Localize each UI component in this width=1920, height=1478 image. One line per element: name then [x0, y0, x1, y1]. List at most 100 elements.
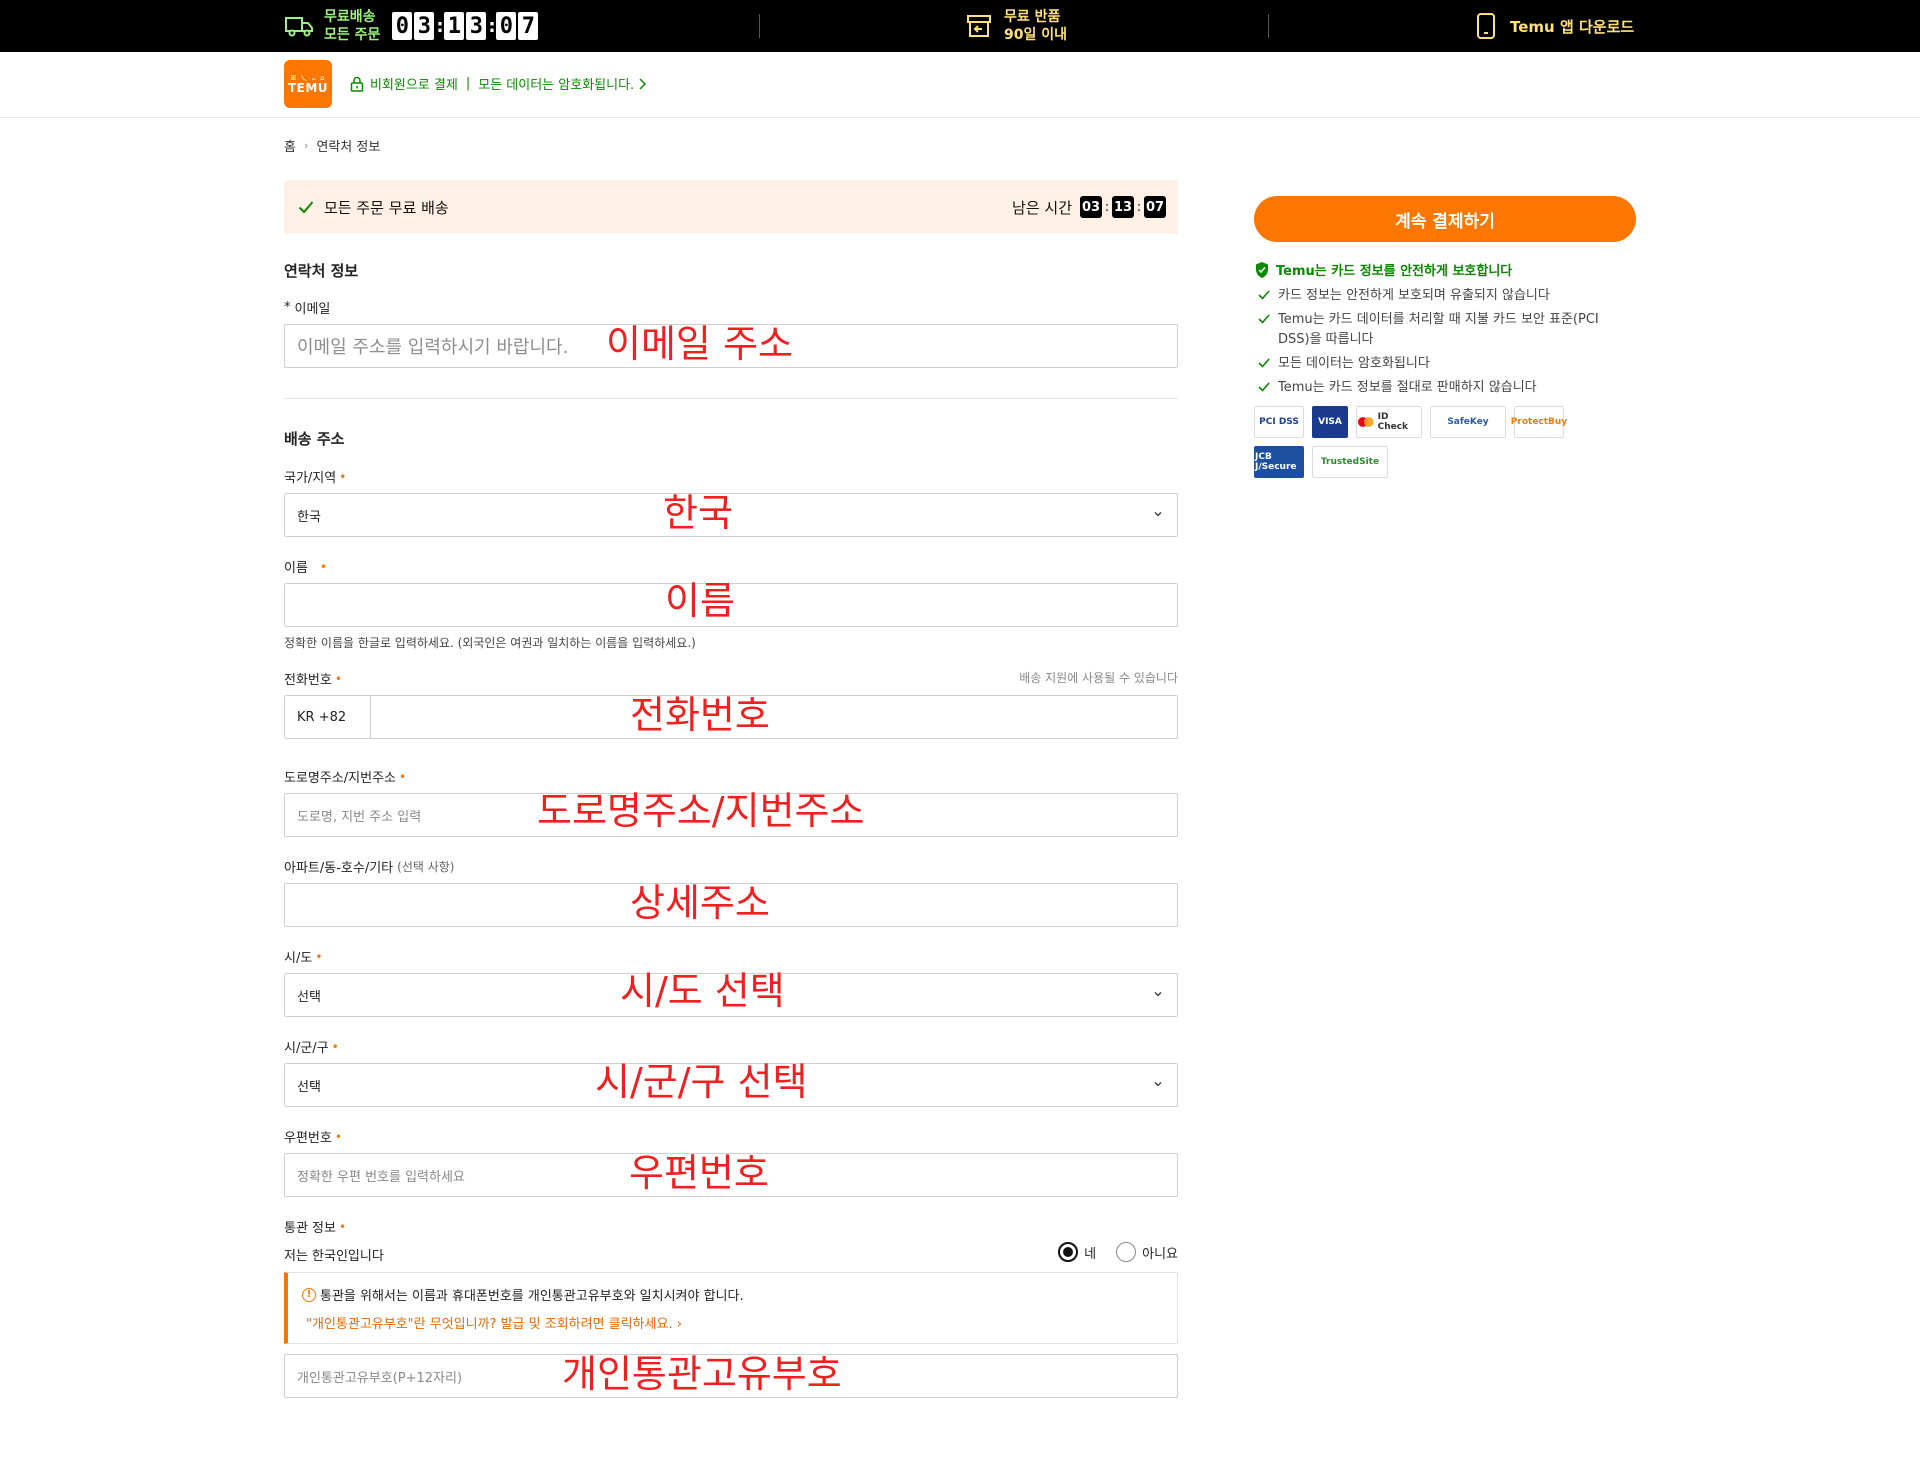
notice-text: 통관을 위해서는 이름과 휴대폰번호를 개인통관고유부호와 일치시켜야 합니다. [320, 1289, 744, 1304]
province-annotation: 시/도 선택 [620, 969, 785, 1013]
countdown-colon: : [488, 15, 496, 37]
breadcrumb-separator-icon: › [303, 139, 309, 152]
countdown-digit: 0 [496, 12, 517, 40]
visa-badge: VISA [1312, 406, 1348, 438]
apartment-label-text: 아파트/동-호수/기타 [284, 861, 394, 876]
countdown-digit: 7 [518, 12, 539, 40]
phone-icon [1477, 13, 1495, 39]
customs-label-text: 통관 정보 [284, 1221, 336, 1236]
warning-icon: ! [302, 1287, 316, 1302]
banner-text: 모든 주문 무료 배송 [324, 198, 449, 217]
radio-yes[interactable] [1058, 1242, 1079, 1262]
city-value: 선택 [297, 1079, 321, 1095]
list-item: 모든 데이터는 암호화됩니다 [1258, 354, 1618, 374]
countdown-digit: 3 [414, 12, 435, 40]
list-item: 카드 정보는 안전하게 보호되며 유출되지 않습니다 [1258, 286, 1618, 306]
email-placeholder: 이메일 주소를 입력하시기 바랍니다. [297, 337, 569, 358]
chevron-right-icon: › [676, 1317, 682, 1332]
required-dot: • [399, 769, 407, 784]
customs-code-annotation: 개인통관고유부호 [562, 1352, 842, 1396]
app-download-link[interactable]: Temu 앱 다운로드 [1476, 12, 1634, 40]
separator: | [465, 76, 471, 91]
name-hint: 정확한 이름을 한글로 입력하세요. (외국인은 여권과 일치하는 이름을 입력… [284, 636, 696, 650]
breadcrumb-home[interactable]: 홈 [284, 136, 296, 155]
site-header: ꕤ 乀 ᴗ ⌂ TEMU 비회원으로 결제 | 모든 데이터는 암호화됩니다. [0, 52, 1920, 118]
customs-label: 통관 정보 • [284, 1217, 347, 1237]
card-protection-title: Temu는 카드 정보를 안전하게 보호합니다 [1254, 260, 1512, 279]
free-shipping-title: 무료배송 [324, 9, 376, 25]
customs-code-placeholder: 개인통관고유부호(P+12자리) [297, 1370, 463, 1386]
city-label: 시/군/구 • [284, 1037, 339, 1057]
korean-radio-group: 네 아니요 [1058, 1242, 1178, 1262]
required-dot: • [331, 1039, 339, 1054]
encryption-text: 모든 데이터는 암호화됩니다. [478, 78, 635, 93]
check-icon [1258, 314, 1270, 324]
remaining-seconds: 07 [1144, 196, 1166, 218]
countdown-colon: : [1136, 199, 1142, 215]
list-item: Temu는 카드 데이터를 처리할 때 지불 카드 보안 표준(PCI DSS)… [1258, 310, 1618, 350]
optional-tag: (선택 사항) [397, 860, 455, 874]
topbar-divider [759, 14, 760, 38]
country-label: 국가/지역 • [284, 467, 346, 487]
apartment-annotation: 상세주소 [630, 881, 770, 925]
required-dot: • [338, 1219, 347, 1234]
radio-yes-label[interactable]: 네 [1084, 1243, 1096, 1262]
mastercard-icon [1357, 417, 1374, 427]
province-label: 시/도 • [284, 947, 322, 967]
help-link-text: "개인통관고유부호"란 무엇입니까? 발급 및 조회하려면 클릭하세요. [306, 1317, 673, 1332]
free-shipping-promo: 무료배송 모든 주문 0 3 : 1 3 : 0 7 [284, 8, 540, 44]
app-download-label: Temu 앱 다운로드 [1510, 17, 1635, 36]
free-returns-title: 무료 반품 [1004, 9, 1061, 25]
free-shipping-subtitle: 모든 주문 [324, 27, 381, 43]
check-icon [1258, 358, 1270, 368]
road-address-label: 도로명주소/지번주소 • [284, 767, 407, 787]
required-dot: • [334, 671, 342, 686]
province-value: 선택 [297, 989, 321, 1005]
list-item: Temu는 카드 정보를 절대로 판매하지 않습니다 [1258, 378, 1618, 398]
chevron-right-icon [639, 77, 647, 90]
remaining-time: 남은 시간 03 : 13 : 07 [1012, 196, 1166, 218]
customs-notice: ! 통관을 위해서는 이름과 휴대폰번호를 개인통관고유부호와 일치시켜야 합니… [284, 1272, 1178, 1344]
road-address-placeholder: 도로명, 지번 주소 입력 [297, 809, 422, 825]
countdown-colon: : [1104, 199, 1110, 215]
radio-no[interactable] [1116, 1242, 1137, 1262]
countdown-digit: 0 [392, 12, 413, 40]
chevron-down-icon [1154, 512, 1162, 517]
city-label-text: 시/군/구 [284, 1041, 329, 1056]
check-icon [1258, 290, 1270, 300]
zip-placeholder: 정확한 우편 번호를 입력하세요 [297, 1169, 465, 1185]
protectbuy-badge: ProtectBuy [1511, 406, 1567, 438]
zip-label: 우편번호 • [284, 1127, 342, 1147]
card-protection-list: 카드 정보는 안전하게 보호되며 유출되지 않습니다 Temu는 카드 데이터를… [1258, 286, 1618, 402]
road-address-annotation: 도로명주소/지번주소 [537, 789, 865, 833]
chevron-down-icon [1154, 1082, 1162, 1087]
breadcrumb: 홈 › 연락처 정보 [284, 136, 380, 155]
id-check-badge: ID Check [1356, 406, 1422, 438]
remaining-minutes: 13 [1112, 196, 1134, 218]
safekey-badge: SafeKey [1430, 406, 1506, 438]
contact-section-title: 연락처 정보 [284, 262, 359, 280]
road-address-label-text: 도로명주소/지번주소 [284, 771, 397, 786]
customs-code-help-link[interactable]: "개인통관고유부호"란 무엇입니까? 발급 및 조회하려면 클릭하세요. › [306, 1313, 682, 1332]
continue-checkout-button[interactable]: 계속 결제하기 [1254, 196, 1636, 242]
name-label: 이름 • [284, 557, 327, 577]
secure-checkout-note[interactable]: 비회원으로 결제 | 모든 데이터는 암호화됩니다. [350, 74, 647, 93]
phone-label: 전화번호 • [284, 669, 342, 689]
radio-no-label[interactable]: 아니요 [1142, 1243, 1178, 1262]
breadcrumb-current: 연락처 정보 [316, 140, 381, 155]
phone-annotation: 전화번호 [630, 693, 770, 737]
check-icon [1258, 382, 1270, 392]
pci-dss-badge: PCI DSS [1254, 406, 1304, 438]
countdown-digit: 3 [466, 12, 487, 40]
name-annotation: 이름 [665, 579, 735, 623]
section-divider [284, 398, 1178, 399]
required-dot: • [334, 1129, 342, 1144]
city-annotation: 시/군/구 선택 [595, 1060, 808, 1104]
lock-icon [350, 76, 364, 92]
apartment-label: 아파트/동-호수/기타 (선택 사항) [284, 857, 454, 876]
promo-topbar: 무료배송 모든 주문 0 3 : 1 3 : 0 7 무료 반품 90일 이내 [0, 0, 1920, 52]
phone-country-code[interactable]: KR +82 [285, 696, 371, 738]
temu-logo[interactable]: ꕤ 乀 ᴗ ⌂ TEMU [284, 60, 332, 108]
truck-icon [285, 17, 313, 37]
email-label: * 이메일 [284, 298, 330, 317]
